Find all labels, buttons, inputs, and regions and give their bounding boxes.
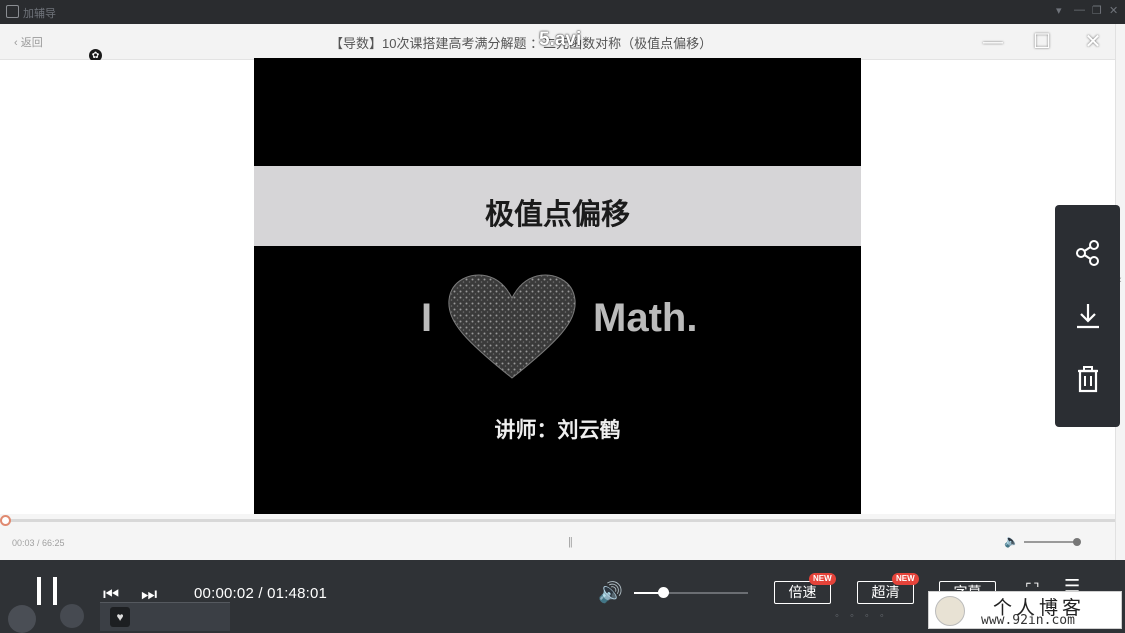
video-title: 【导数】10次课搭建高考满分解题 ：二元函数对称（极值点偏移）: [330, 36, 713, 51]
mini-time: 00:03 / 66:25: [12, 538, 65, 548]
video-frame[interactable]: 极值点偏移 I Math. 讲师：刘云鹤: [254, 58, 861, 514]
file-name: 5.avi: [539, 29, 582, 50]
chevron-left-icon: ‹: [14, 37, 18, 49]
start-orb-icon[interactable]: [8, 605, 36, 633]
slide-math-text: Math.: [593, 296, 698, 340]
window-titlebar: 加辅导 ▾ — ❐ ✕: [0, 0, 1125, 24]
minimize-button[interactable]: —: [978, 27, 1008, 57]
avatar: [935, 596, 965, 626]
heart-app-icon: ♥: [110, 607, 130, 627]
download-icon[interactable]: [1074, 302, 1102, 330]
maximize-icon: ☐: [1033, 31, 1051, 53]
taskbar-active-app[interactable]: ♥: [100, 602, 230, 631]
slide-title: 极值点偏移: [484, 199, 630, 231]
close-app-icon[interactable]: ✕: [1109, 4, 1118, 17]
restore-app-icon[interactable]: ❐: [1092, 4, 1102, 17]
taskbar-app-icon[interactable]: [60, 604, 84, 628]
system-tray-icons: ◦ ◦ ◦ ◦: [835, 610, 888, 622]
back-label: 返回: [20, 37, 43, 49]
mini-volume-icon[interactable]: 🔈: [1004, 534, 1019, 548]
minimize-app-icon[interactable]: —: [1074, 4, 1085, 16]
menu-dropdown-icon[interactable]: ▾: [1056, 4, 1062, 17]
slide-lecturer: 讲师：刘云鹤: [494, 419, 621, 442]
app-name: 加辅导: [23, 8, 56, 20]
close-icon: ✕: [1084, 31, 1102, 53]
side-action-panel: [1055, 205, 1120, 427]
volume-knob[interactable]: [658, 587, 669, 598]
seek-bar[interactable]: [6, 519, 1115, 522]
share-icon[interactable]: [1074, 239, 1102, 267]
app-icon: [6, 5, 19, 18]
quality-new-badge: NEW: [892, 573, 919, 585]
player-header: ‹ 返回 【导数】10次课搭建高考满分解题 ：二元函数对称（极值点偏移） 5.a…: [0, 24, 1115, 60]
mini-volume-bar[interactable]: [1024, 541, 1078, 543]
player-window: 加辅导 ▾ — ❐ ✕ ‹ 返回 【导数】10次课搭建高考满分解题 ：二元函数对…: [0, 0, 1125, 633]
slide-i-letter: I: [421, 296, 433, 340]
progress-area: 00:03 / 66:25 || 🔈: [0, 514, 1115, 560]
close-button[interactable]: ✕: [1078, 27, 1108, 57]
minimize-icon: —: [983, 31, 1003, 53]
mini-pause-icon[interactable]: ||: [568, 536, 573, 548]
mini-volume-knob[interactable]: [1073, 538, 1081, 546]
delete-icon[interactable]: [1074, 365, 1102, 393]
seek-knob[interactable]: [0, 515, 11, 526]
heart-icon: [448, 274, 576, 379]
taskbar: ♥ ◦ ◦ ◦ ◦: [0, 600, 925, 633]
watermark-url: www.92in.com: [981, 613, 1075, 628]
back-button[interactable]: ‹ 返回: [14, 34, 43, 50]
maximize-button[interactable]: ☐: [1027, 27, 1057, 57]
speed-new-badge: NEW: [809, 573, 836, 585]
blog-watermark: 个人博客 www.92in.com: [928, 591, 1122, 629]
